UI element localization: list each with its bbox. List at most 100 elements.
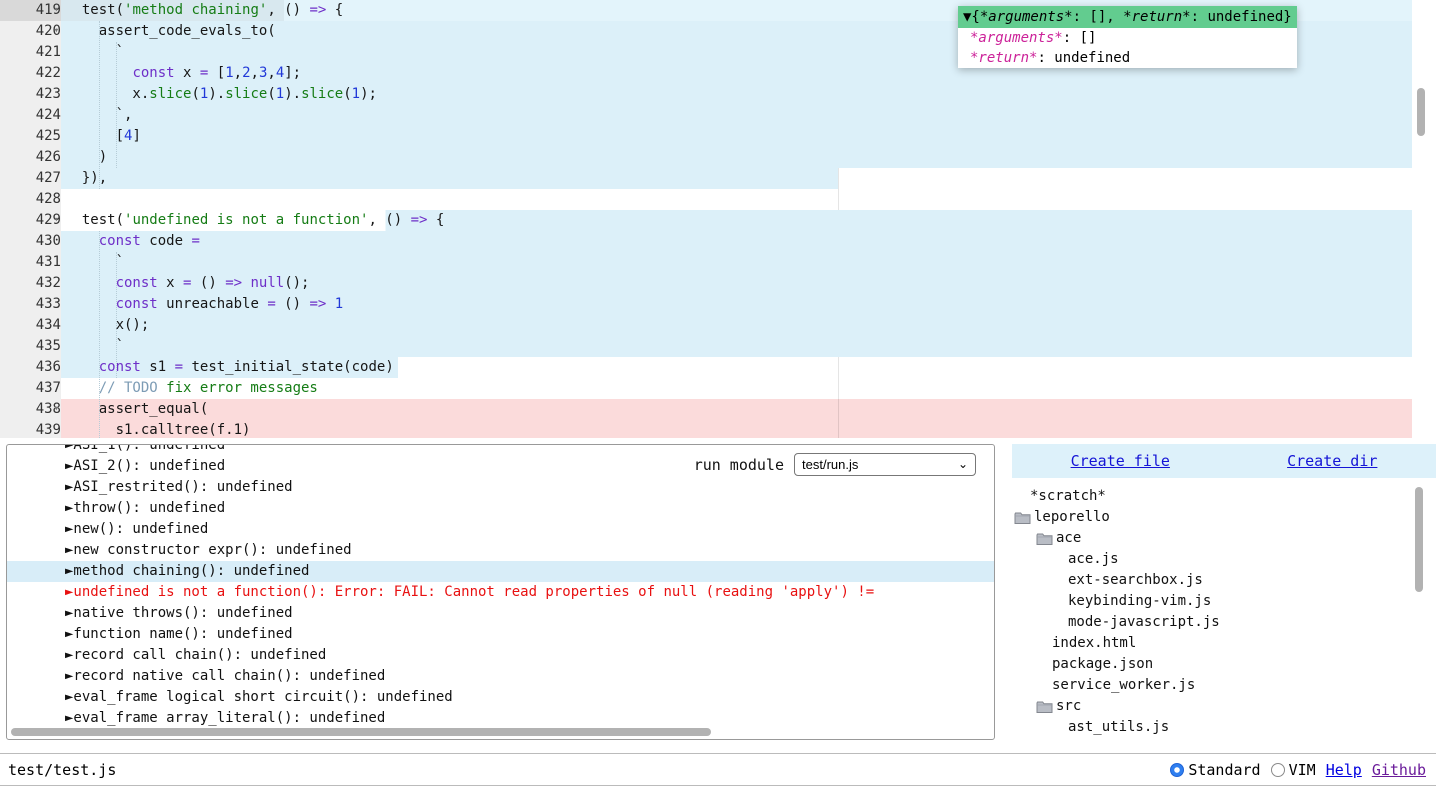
code-line[interactable]: ) — [61, 147, 1412, 168]
radio-vim-unchecked-icon[interactable] — [1271, 763, 1285, 777]
tooltip-return-key: *return* — [1123, 9, 1190, 25]
code-line[interactable]: `, — [61, 105, 1412, 126]
fold-toggle-icon[interactable]: ▾ — [54, 399, 59, 420]
code-line[interactable]: const x = () => null(); — [61, 273, 1412, 294]
tree-item-folder[interactable]: src — [1012, 696, 1436, 717]
line-number-gutter[interactable]: 425 — [0, 126, 61, 147]
code-editor[interactable]: 419▾ test('method chaining', () => {420▾… — [0, 0, 1436, 438]
console-entry[interactable]: ►undefined is not a function(): Error: F… — [7, 582, 994, 603]
run-module-select[interactable]: test/run.js ⌄ — [794, 453, 976, 476]
keybinding-standard-option[interactable]: Standard — [1170, 761, 1260, 779]
line-number-gutter[interactable]: 436 — [0, 357, 61, 378]
line-number-gutter[interactable]: 419▾ — [0, 0, 61, 21]
line-number-gutter[interactable]: 438▾ — [0, 399, 61, 420]
tree-item-label: ext-searchbox.js — [1068, 570, 1203, 591]
editor-vertical-scrollbar[interactable] — [1417, 88, 1425, 136]
console-entry[interactable]: ►throw(): undefined — [7, 498, 994, 519]
code-token: x — [158, 275, 183, 291]
console-entry[interactable]: ►new(): undefined — [7, 519, 994, 540]
tooltip-header[interactable]: ▼{*arguments*: [], *return*: undefined} — [958, 6, 1297, 28]
code-line[interactable]: ` — [61, 336, 1412, 357]
folder-icon — [1014, 511, 1034, 525]
console-entry[interactable]: ►function name(): undefined — [7, 624, 994, 645]
line-number-gutter[interactable]: 421 — [0, 42, 61, 63]
tree-item-file[interactable]: ext-searchbox.js — [1012, 570, 1436, 591]
fold-toggle-icon[interactable]: ▾ — [54, 0, 59, 21]
line-number-gutter[interactable]: 429▾ — [0, 210, 61, 231]
line-number-gutter[interactable]: 420▾ — [0, 21, 61, 42]
tree-item-file[interactable]: *scratch* — [1012, 486, 1436, 507]
code-line[interactable]: assert_equal( — [61, 399, 1412, 420]
editor-row: 428 — [0, 189, 1436, 210]
editor-row: 426 ) — [0, 147, 1436, 168]
line-number-gutter[interactable]: 434 — [0, 315, 61, 336]
tree-item-folder[interactable]: ace — [1012, 528, 1436, 549]
code-line[interactable]: s1.calltree(f.1) — [61, 420, 1412, 438]
console-horizontal-scrollbar[interactable] — [11, 728, 711, 736]
tooltip-entry-key: *arguments* — [970, 30, 1063, 46]
line-number-gutter[interactable]: 437 — [0, 378, 61, 399]
code-token: 2 — [242, 65, 250, 81]
tree-item-file[interactable]: ace.js — [1012, 549, 1436, 570]
radio-standard-checked-icon[interactable] — [1170, 763, 1184, 777]
line-number-gutter[interactable]: 428 — [0, 189, 61, 210]
code-token: => — [309, 2, 326, 18]
console-entry[interactable]: ►native throws(): undefined — [7, 603, 994, 624]
editor-row: 437 // TODO fix error messages — [0, 378, 1436, 399]
line-number-gutter[interactable]: 439 — [0, 420, 61, 438]
code-line[interactable]: // TODO fix error messages — [61, 378, 1412, 399]
code-line[interactable]: const unreachable = () => 1 — [61, 294, 1412, 315]
console-entry[interactable]: ►new constructor expr(): undefined — [7, 540, 994, 561]
help-link[interactable]: Help — [1326, 761, 1362, 779]
console-entry[interactable]: ►method chaining(): undefined — [7, 561, 994, 582]
code-line[interactable] — [61, 189, 1412, 210]
line-number-gutter[interactable]: 430 — [0, 231, 61, 252]
tree-item-label: service_worker.js — [1052, 675, 1195, 696]
line-number-gutter[interactable]: 422 — [0, 63, 61, 84]
tree-item-file[interactable]: keybinding-vim.js — [1012, 591, 1436, 612]
line-number-gutter[interactable]: 426 — [0, 147, 61, 168]
editor-row: 427 }), — [0, 168, 1436, 189]
tooltip-entry[interactable]: *return*: undefined — [958, 48, 1297, 68]
tree-item-file[interactable]: ast_utils.js — [1012, 717, 1436, 738]
tree-item-file[interactable]: mode-javascript.js — [1012, 612, 1436, 633]
line-number-gutter[interactable]: 431 — [0, 252, 61, 273]
line-number-gutter[interactable]: 427 — [0, 168, 61, 189]
file-tree-vertical-scrollbar[interactable] — [1415, 487, 1423, 592]
editor-row: 434 x(); — [0, 315, 1436, 336]
code-line[interactable]: const code = — [61, 231, 1412, 252]
console-entry[interactable]: ►eval_frame logical short circuit(): und… — [7, 687, 994, 708]
keybinding-vim-option[interactable]: VIM — [1271, 761, 1316, 779]
create-dir-button[interactable]: Create dir — [1287, 452, 1377, 470]
github-link[interactable]: Github — [1372, 761, 1426, 779]
fold-toggle-icon[interactable]: ▾ — [54, 21, 59, 42]
code-line[interactable]: test('undefined is not a function', () =… — [61, 210, 1412, 231]
line-number-gutter[interactable]: 423 — [0, 84, 61, 105]
line-number-gutter[interactable]: 432 — [0, 273, 61, 294]
line-number-gutter[interactable]: 433 — [0, 294, 61, 315]
line-number-gutter[interactable]: 424 — [0, 105, 61, 126]
code-line[interactable]: x(); — [61, 315, 1412, 336]
tree-item-file[interactable]: service_worker.js — [1012, 675, 1436, 696]
tooltip-entry[interactable]: *arguments*: [] — [958, 28, 1297, 48]
editor-row: 423 x.slice(1).slice(1).slice(1); — [0, 84, 1436, 105]
column-divider — [838, 357, 839, 438]
line-number: 430 — [15, 231, 61, 252]
console-entry[interactable]: ►record native call chain(): undefined — [7, 666, 994, 687]
console-entry[interactable]: ►ASI_restrited(): undefined — [7, 477, 994, 498]
console-entry[interactable]: ►eval_frame array_literal(): undefined — [7, 708, 994, 729]
code-line[interactable]: const s1 = test_initial_state(code) — [61, 357, 1412, 378]
line-number: 428 — [15, 189, 61, 210]
tree-item-folder[interactable]: leporello — [1012, 507, 1436, 528]
line-number-gutter[interactable]: 435 — [0, 336, 61, 357]
code-line[interactable]: [4] — [61, 126, 1412, 147]
code-line[interactable]: }), — [61, 168, 1412, 189]
tree-item-file[interactable]: package.json — [1012, 654, 1436, 675]
code-line[interactable]: ` — [61, 252, 1412, 273]
console-entry[interactable]: ►record call chain(): undefined — [7, 645, 994, 666]
tree-item-file[interactable]: index.html — [1012, 633, 1436, 654]
create-file-button[interactable]: Create file — [1071, 452, 1170, 470]
fold-toggle-icon[interactable]: ▾ — [54, 210, 59, 231]
code-line[interactable]: x.slice(1).slice(1).slice(1); — [61, 84, 1412, 105]
editor-row: 424 `, — [0, 105, 1436, 126]
